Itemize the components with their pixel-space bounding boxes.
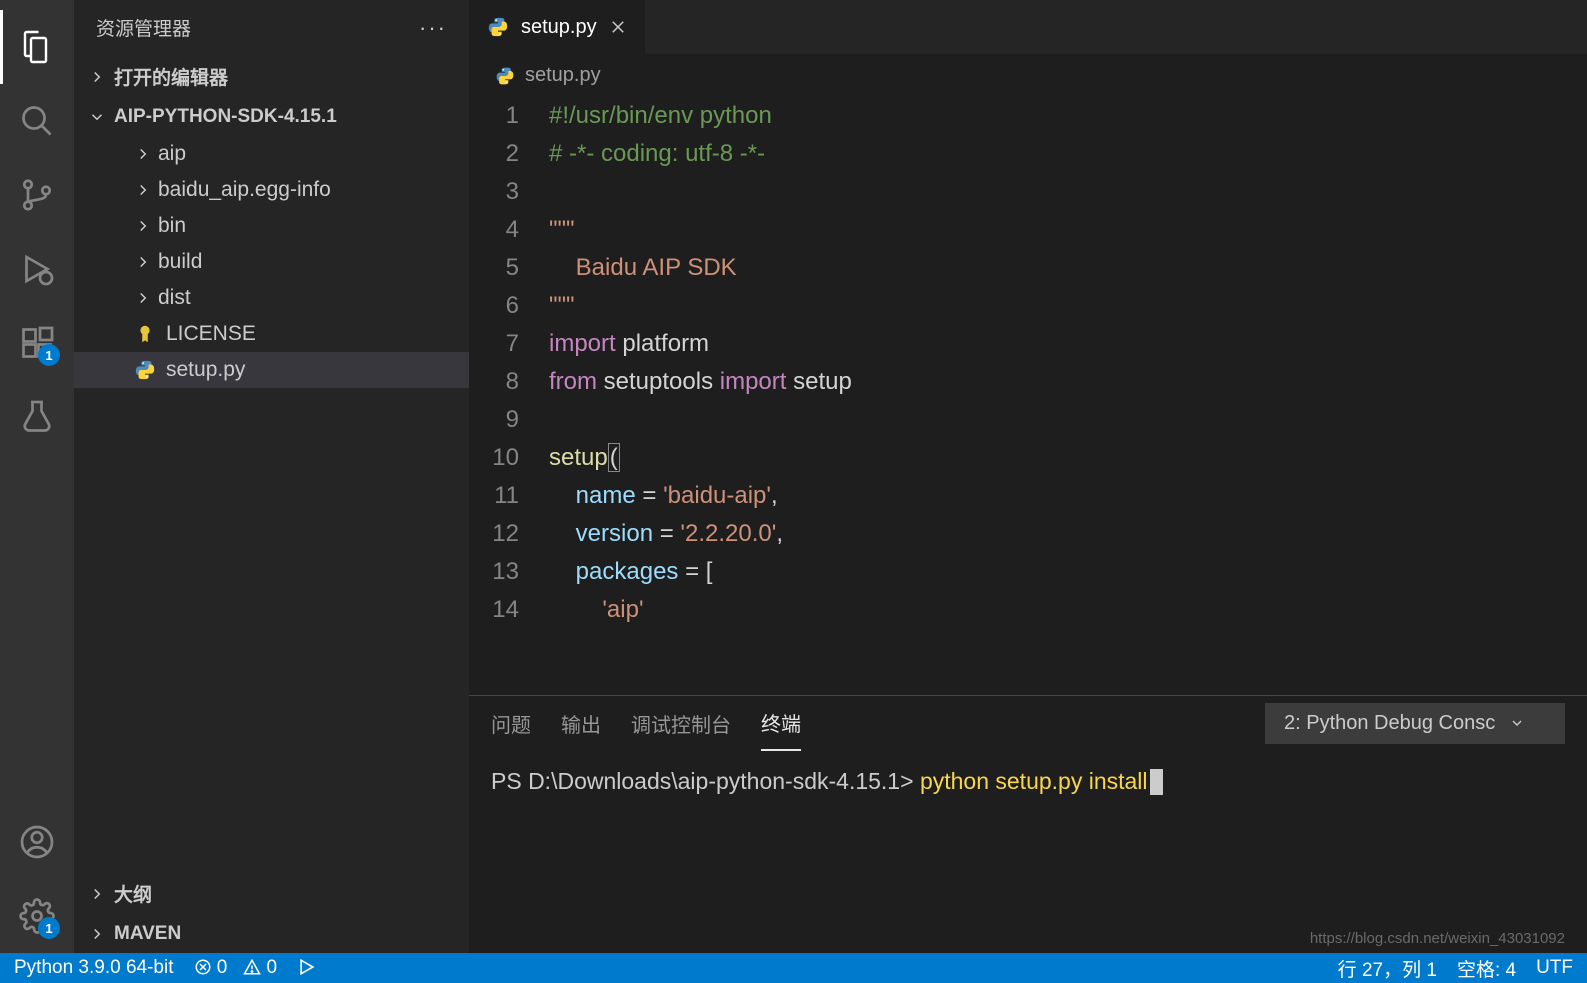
chevron-right-icon: [88, 925, 106, 943]
chevron-right-icon: [134, 289, 152, 307]
folder-label: baidu_aip.egg-info: [158, 178, 331, 202]
tab-setup-py[interactable]: setup.py: [469, 0, 645, 54]
folder-label: aip: [158, 142, 186, 166]
breadcrumb[interactable]: setup.py: [469, 54, 1587, 97]
panel: 问题 输出 调试控制台 终端 2: Python Debug Consc PS …: [469, 695, 1587, 953]
python-file-icon: [487, 16, 509, 38]
search-icon[interactable]: [0, 84, 74, 158]
source-control-icon[interactable]: [0, 158, 74, 232]
editor-tabs: setup.py: [469, 0, 1587, 54]
terminal-command: python setup.py install: [920, 768, 1148, 794]
accounts-icon[interactable]: [0, 805, 74, 879]
close-icon[interactable]: [609, 18, 627, 36]
status-encoding[interactable]: UTF: [1536, 957, 1573, 979]
file-item[interactable]: LICENSE: [74, 316, 469, 352]
code-line[interactable]: 4""": [469, 211, 1587, 249]
project-section[interactable]: AIP-PYTHON-SDK-4.15.1: [74, 98, 469, 136]
extensions-icon[interactable]: 1: [0, 306, 74, 380]
code-line[interactable]: 5 Baidu AIP SDK: [469, 249, 1587, 287]
editor-area: setup.py setup.py 1#!/usr/bin/env python…: [469, 0, 1587, 953]
panel-tab-debug-console[interactable]: 调试控制台: [631, 697, 731, 750]
code-line[interactable]: 11 name = 'baidu-aip',: [469, 477, 1587, 515]
status-problems[interactable]: 0 0: [194, 957, 278, 979]
code-line[interactable]: 12 version = '2.2.20.0',: [469, 515, 1587, 553]
code-line[interactable]: 9: [469, 401, 1587, 439]
folder-item[interactable]: build: [74, 244, 469, 280]
python-file-icon: [495, 66, 515, 86]
code-line[interactable]: 3: [469, 173, 1587, 211]
code-line[interactable]: 6""": [469, 287, 1587, 325]
terminal-selector[interactable]: 2: Python Debug Consc: [1265, 703, 1565, 744]
terminal-cursor: [1150, 769, 1163, 795]
status-bar: Python 3.9.0 64-bit 0 0 行 27，列 1 空格: 4 U…: [0, 953, 1587, 983]
folder-label: dist: [158, 286, 191, 310]
settings-icon[interactable]: 1: [0, 879, 74, 953]
outline-section[interactable]: 大纲: [74, 872, 469, 915]
code-editor[interactable]: 1#!/usr/bin/env python2# -*- coding: utf…: [469, 97, 1587, 695]
more-actions-icon[interactable]: ···: [419, 15, 447, 41]
status-line-col[interactable]: 行 27，列 1: [1338, 955, 1437, 982]
sidebar-title: 资源管理器: [96, 14, 191, 41]
chevron-right-icon: [134, 253, 152, 271]
testing-icon[interactable]: [0, 380, 74, 454]
folder-item[interactable]: baidu_aip.egg-info: [74, 172, 469, 208]
chevron-down-icon: [1509, 715, 1525, 731]
chevron-down-icon: [88, 108, 106, 126]
chevron-right-icon: [88, 68, 106, 86]
chevron-right-icon: [134, 217, 152, 235]
file-label: LICENSE: [166, 322, 256, 346]
chevron-right-icon: [88, 885, 106, 903]
panel-tab-problems[interactable]: 问题: [491, 697, 531, 750]
status-python[interactable]: Python 3.9.0 64-bit: [14, 957, 174, 979]
explorer-icon[interactable]: [0, 10, 74, 84]
chevron-right-icon: [134, 181, 152, 199]
activity-bar: 1 1: [0, 0, 74, 953]
extensions-badge: 1: [38, 344, 60, 366]
license-icon: [134, 323, 156, 345]
chevron-right-icon: [134, 145, 152, 163]
settings-badge: 1: [38, 917, 60, 939]
run-debug-icon[interactable]: [0, 232, 74, 306]
panel-tab-terminal[interactable]: 终端: [761, 696, 801, 751]
open-editors-section[interactable]: 打开的编辑器: [74, 55, 469, 98]
folder-item[interactable]: bin: [74, 208, 469, 244]
watermark: https://blog.csdn.net/weixin_43031092: [1310, 930, 1565, 947]
code-line[interactable]: 13 packages = [: [469, 553, 1587, 591]
file-label: setup.py: [166, 358, 245, 382]
file-item[interactable]: setup.py: [74, 352, 469, 388]
maven-section[interactable]: MAVEN: [74, 915, 469, 953]
sidebar: 资源管理器 ··· 打开的编辑器 AIP-PYTHON-SDK-4.15.1 a…: [74, 0, 469, 953]
code-line[interactable]: 8from setuptools import setup: [469, 363, 1587, 401]
status-spaces[interactable]: 空格: 4: [1457, 955, 1516, 982]
folder-item[interactable]: aip: [74, 136, 469, 172]
terminal[interactable]: PS D:\Downloads\aip-python-sdk-4.15.1> p…: [469, 750, 1587, 953]
folder-item[interactable]: dist: [74, 280, 469, 316]
code-line[interactable]: 1#!/usr/bin/env python: [469, 97, 1587, 135]
status-debug-icon[interactable]: [297, 957, 317, 980]
folder-label: build: [158, 250, 202, 274]
panel-tab-output[interactable]: 输出: [561, 697, 601, 750]
folder-label: bin: [158, 214, 186, 238]
code-line[interactable]: 10setup(: [469, 439, 1587, 477]
code-line[interactable]: 7import platform: [469, 325, 1587, 363]
code-line[interactable]: 2# -*- coding: utf-8 -*-: [469, 135, 1587, 173]
code-line[interactable]: 14 'aip': [469, 591, 1587, 629]
python-icon: [134, 359, 156, 381]
terminal-prompt: PS D:\Downloads\aip-python-sdk-4.15.1>: [491, 768, 920, 794]
